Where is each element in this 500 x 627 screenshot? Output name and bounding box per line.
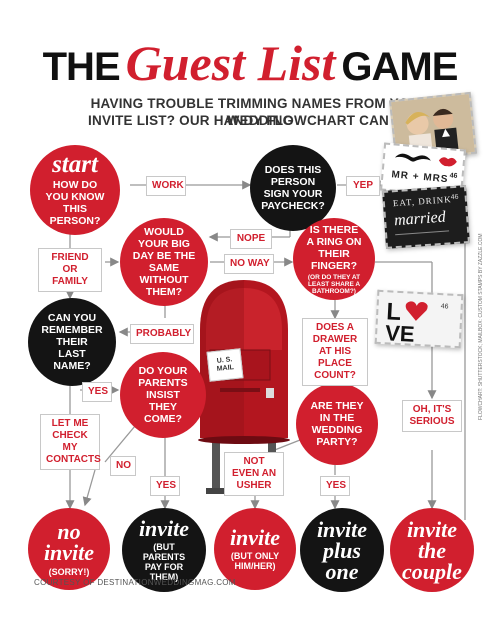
node-paycheck: DOES THIS PERSON SIGN YOUR PAYCHECK?	[250, 145, 336, 231]
node-start-body: HOW DO YOU KNOW THIS PERSON?	[45, 178, 105, 227]
node-parents: DO YOUR PARENTS INSIST THEY COME?	[120, 352, 206, 438]
stamp-married-text: married	[393, 208, 447, 230]
node-ring-note: (OR DO THEY AT LEAST SHARE A BATHROOM?)	[307, 273, 361, 295]
label-drawer: DOES A DRAWER AT HIS PLACE COUNT?	[302, 318, 368, 386]
label-yep: YEP	[346, 176, 380, 196]
stamp-value: 46	[449, 172, 458, 181]
label-not-even-usher: NOT EVEN AN USHER	[224, 452, 284, 496]
outcome-no-invite-body: (SORRY!)	[48, 567, 90, 577]
label-friend-or-family: FRIEND OR FAMILY	[38, 248, 102, 292]
stamp-love-ve: VE	[384, 320, 416, 347]
node-bigday-text: WOULD YOUR BIG DAY BE THE SAME WITHOUT T…	[132, 226, 196, 298]
node-party: ARE THEY IN THE WEDDING PARTY?	[296, 383, 378, 465]
outcome-invite-plus-one: invite plus one	[300, 508, 384, 592]
label-its-serious: OH, IT'S SERIOUS	[402, 400, 462, 432]
stamp-love: L VE 46	[374, 289, 464, 349]
footer-credit: COURTESY OF DESTINATIONWEDDINGMAG.COM	[34, 578, 236, 587]
node-bigday: WOULD YOUR BIG DAY BE THE SAME WITHOUT T…	[120, 218, 208, 306]
heart-icon	[405, 301, 428, 321]
stamp-eat-drink-text: EAT, DRINK	[392, 194, 452, 209]
outcome-no-invite-head: no invite	[43, 519, 95, 565]
node-lastname-text: CAN YOU REMEMBER THEIR LAST NAME?	[41, 312, 103, 372]
lips-icon	[438, 157, 457, 167]
stamp-mr-mrs-text: MR + MRS	[390, 169, 449, 186]
stamp-eat-drink: EAT, DRINK married 46	[382, 185, 470, 249]
node-ring: IS THERE A RING ON THEIR FINGER? (OR DO …	[293, 218, 375, 300]
label-work: WORK	[146, 176, 186, 196]
label-no: NO	[110, 456, 136, 476]
label-yes-3: YES	[320, 476, 350, 496]
line-no-noinvite	[82, 469, 96, 507]
node-start-head: start	[52, 150, 98, 178]
outcome-invite-parents-head: invite	[138, 516, 190, 541]
label-let-me-check: LET ME CHECK MY CONTACTS	[40, 414, 101, 470]
node-party-text: ARE THEY IN THE WEDDING PARTY?	[310, 400, 364, 448]
label-yes-1: YES	[82, 382, 112, 402]
node-ring-text: IS THERE A RING ON THEIR FINGER?	[306, 223, 362, 272]
label-no-way: NO WAY	[224, 254, 274, 274]
outcome-invite-plus-one-head: invite plus one	[316, 516, 368, 584]
label-nope: NOPE	[230, 229, 272, 249]
outcome-invite-couple-head: invite the couple	[402, 516, 462, 584]
label-probably: PROBABLY	[130, 324, 194, 344]
mailbox-sign: U. S. MAIL	[206, 348, 244, 382]
side-photo-credit: FLOWCHART: SHUTTERSTOCK; MAILBOX: CUSTOM…	[478, 233, 484, 420]
node-parents-text: DO YOUR PARENTS INSIST THEY COME?	[138, 365, 188, 425]
outcome-invite-parents-body: (BUT PARENTS PAY FOR THEM)	[142, 542, 186, 582]
outcome-invite-only-body: (BUT ONLY HIM/HER)	[230, 551, 280, 571]
stamp-value-3: 46	[440, 303, 449, 311]
node-paycheck-text: DOES THIS PERSON SIGN YOUR PAYCHECK?	[261, 164, 325, 212]
node-start: start HOW DO YOU KNOW THIS PERSON?	[30, 145, 120, 235]
node-lastname: CAN YOU REMEMBER THEIR LAST NAME?	[28, 298, 116, 386]
outcome-invite-only-head: invite	[229, 525, 281, 550]
label-yes-2: YES	[150, 476, 180, 496]
stamp-divider	[395, 230, 450, 236]
mustache-icon	[394, 153, 431, 162]
outcome-invite-couple: invite the couple	[390, 508, 474, 592]
stamp-value-2: 46	[450, 193, 459, 202]
